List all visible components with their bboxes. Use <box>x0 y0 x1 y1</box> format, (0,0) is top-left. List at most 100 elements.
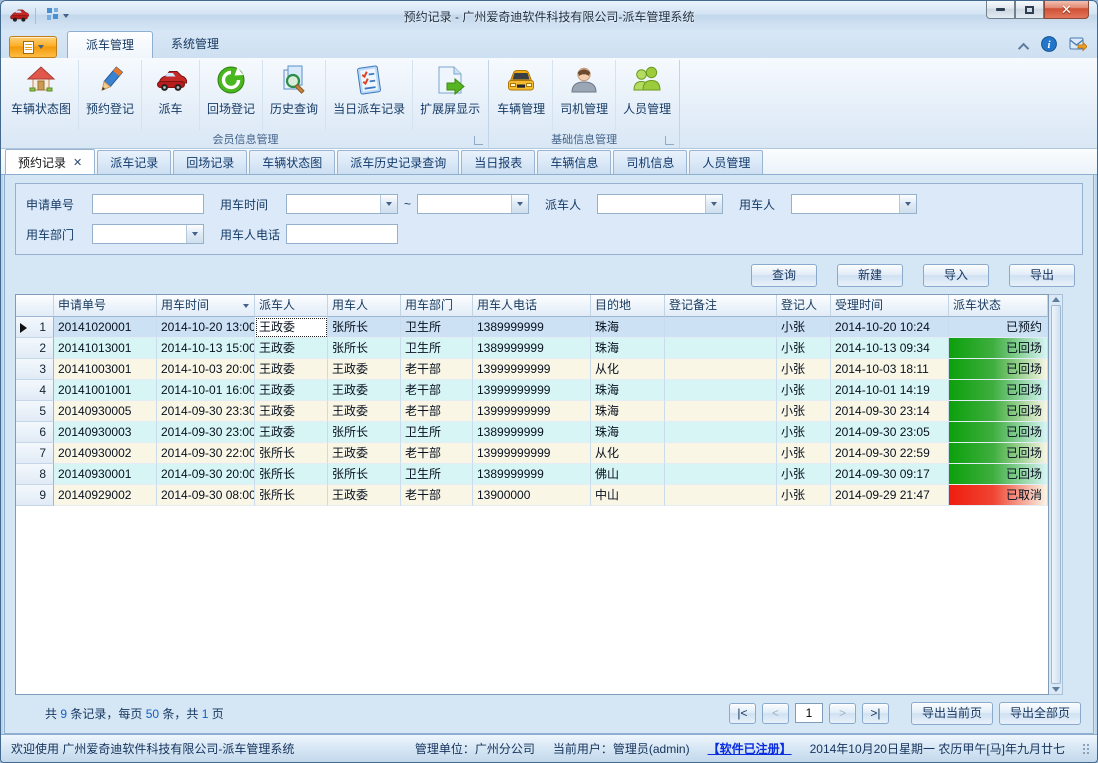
minimize-button[interactable] <box>986 1 1015 19</box>
table-cell-accept-time[interactable]: 2014-09-30 22:59 <box>831 443 949 464</box>
dialog-launcher-icon[interactable] <box>665 136 674 145</box>
table-cell-accept-time[interactable]: 2014-09-30 23:05 <box>831 422 949 443</box>
table-cell-user[interactable]: 张所长 <box>328 338 401 359</box>
table-cell-remark[interactable] <box>665 401 777 422</box>
table-cell-registrar[interactable]: 小张 <box>777 443 831 464</box>
table-cell-status[interactable]: 已回场 <box>949 422 1048 443</box>
ribbon-button[interactable]: 司机管理 <box>552 60 615 130</box>
ribbon-button[interactable]: 派车 <box>141 60 199 130</box>
table-cell-remark[interactable] <box>665 338 777 359</box>
table-row[interactable]: 3201410030012014-10-03 20:00王政委王政委老干部139… <box>16 359 1048 380</box>
user-combo[interactable] <box>791 194 917 214</box>
table-cell-order-no[interactable]: 20141001001 <box>54 380 157 401</box>
table-cell-use-time[interactable]: 2014-10-13 15:00 <box>157 338 255 359</box>
table-cell-remark[interactable] <box>665 317 777 338</box>
table-cell-use-time[interactable]: 2014-10-03 20:00 <box>157 359 255 380</box>
column-header[interactable]: 受理时间 <box>831 295 949 317</box>
doc-tab[interactable]: 人员管理 <box>689 150 763 174</box>
table-cell-accept-time[interactable]: 2014-09-30 09:17 <box>831 464 949 485</box>
table-cell-registrar[interactable]: 小张 <box>777 485 831 506</box>
table-cell-use-time[interactable]: 2014-09-30 23:30 <box>157 401 255 422</box>
table-cell-dest[interactable]: 从化 <box>591 359 665 380</box>
action-button[interactable]: 查询 <box>751 264 817 287</box>
table-cell-phone[interactable]: 1389999999 <box>473 422 591 443</box>
table-cell-order-no[interactable]: 20140929002 <box>54 485 157 506</box>
doc-tab[interactable]: 当日报表 <box>461 150 535 174</box>
table-cell-dest[interactable]: 珠海 <box>591 317 665 338</box>
table-cell-dest[interactable]: 珠海 <box>591 380 665 401</box>
column-header[interactable]: 派车状态 <box>949 295 1048 317</box>
column-header[interactable]: 用车人电话 <box>473 295 591 317</box>
table-cell-dispatcher[interactable]: 张所长 <box>255 443 328 464</box>
info-icon[interactable]: i <box>1041 36 1057 57</box>
table-cell-registrar[interactable]: 小张 <box>777 464 831 485</box>
table-cell-status[interactable]: 已回场 <box>949 464 1048 485</box>
table-cell-use-time[interactable]: 2014-10-20 13:00 <box>157 317 255 338</box>
table-cell-status[interactable]: 已回场 <box>949 443 1048 464</box>
table-cell-user[interactable]: 张所长 <box>328 422 401 443</box>
application-menu-button[interactable] <box>9 36 57 58</box>
ribbon-button[interactable]: 扩展屏显示 <box>412 60 487 130</box>
table-cell-dispatcher[interactable]: 张所长 <box>255 485 328 506</box>
table-cell-dest[interactable]: 珠海 <box>591 422 665 443</box>
use-time-to-combo[interactable] <box>417 194 529 214</box>
combo-button[interactable] <box>899 195 916 213</box>
close-button[interactable]: ✕ <box>1044 1 1089 19</box>
table-cell-user[interactable]: 王政委 <box>328 401 401 422</box>
dept-combo[interactable] <box>92 224 204 244</box>
maximize-button[interactable] <box>1015 1 1044 19</box>
next-page-button[interactable]: > <box>829 703 856 724</box>
row-number[interactable]: 5 <box>16 401 54 422</box>
table-cell-remark[interactable] <box>665 380 777 401</box>
table-cell-phone[interactable]: 13999999999 <box>473 443 591 464</box>
table-cell-dispatcher[interactable]: 王政委 <box>255 359 328 380</box>
table-cell-dispatcher[interactable]: 王政委 <box>255 338 328 359</box>
collapse-ribbon-icon[interactable] <box>1018 42 1029 53</box>
ribbon-button[interactable]: 预约登记 <box>78 60 141 130</box>
table-cell-dept[interactable]: 卫生所 <box>401 317 473 338</box>
table-cell-remark[interactable] <box>665 422 777 443</box>
table-row[interactable]: 5201409300052014-09-30 23:30王政委王政委老干部139… <box>16 401 1048 422</box>
page-number-input[interactable] <box>795 703 823 723</box>
table-cell-dept[interactable]: 卫生所 <box>401 338 473 359</box>
table-cell-user[interactable]: 张所长 <box>328 464 401 485</box>
column-header[interactable]: 派车人 <box>255 295 328 317</box>
ribbon-button[interactable]: 历史查询 <box>262 60 325 130</box>
combo-button[interactable] <box>511 195 528 213</box>
action-button[interactable]: 导入 <box>923 264 989 287</box>
export-all-pages-button[interactable]: 导出全部页 <box>999 702 1081 725</box>
table-cell-user[interactable]: 王政委 <box>328 359 401 380</box>
table-cell-order-no[interactable]: 20140930005 <box>54 401 157 422</box>
column-header[interactable]: 用车部门 <box>401 295 473 317</box>
table-cell-dest[interactable]: 佛山 <box>591 464 665 485</box>
action-button[interactable]: 导出 <box>1009 264 1075 287</box>
table-cell-phone[interactable]: 13999999999 <box>473 401 591 422</box>
row-number[interactable]: 8 <box>16 464 54 485</box>
table-cell-user[interactable]: 王政委 <box>328 443 401 464</box>
table-cell-dispatcher[interactable]: 王政委 <box>255 317 328 338</box>
ribbon-button[interactable]: 人员管理 <box>615 60 678 130</box>
table-cell-accept-time[interactable]: 2014-09-30 23:14 <box>831 401 949 422</box>
row-number[interactable]: 4 <box>16 380 54 401</box>
last-page-button[interactable]: >| <box>862 703 889 724</box>
table-cell-status[interactable]: 已回场 <box>949 359 1048 380</box>
table-row[interactable]: 8201409300012014-09-30 20:00张所长张所长卫生所138… <box>16 464 1048 485</box>
column-header[interactable]: 登记备注 <box>665 295 777 317</box>
table-cell-remark[interactable] <box>665 443 777 464</box>
table-cell-use-time[interactable]: 2014-09-30 20:00 <box>157 464 255 485</box>
scroll-up-icon[interactable] <box>1052 297 1060 302</box>
row-number[interactable]: 1 <box>16 317 54 338</box>
table-cell-user[interactable]: 王政委 <box>328 485 401 506</box>
ribbon-button[interactable]: 车辆状态图 <box>4 60 78 130</box>
table-cell-dest[interactable]: 中山 <box>591 485 665 506</box>
table-cell-registrar[interactable]: 小张 <box>777 401 831 422</box>
table-cell-registrar[interactable]: 小张 <box>777 359 831 380</box>
table-cell-order-no[interactable]: 20140930003 <box>54 422 157 443</box>
table-cell-dispatcher[interactable]: 王政委 <box>255 380 328 401</box>
quick-access-toolbar-button[interactable] <box>42 5 73 28</box>
doc-tab[interactable]: 派车历史记录查询 <box>337 150 459 174</box>
row-number[interactable]: 3 <box>16 359 54 380</box>
column-header[interactable]: 用车时间 <box>157 295 255 317</box>
column-header[interactable]: 登记人 <box>777 295 831 317</box>
table-cell-accept-time[interactable]: 2014-09-29 21:47 <box>831 485 949 506</box>
